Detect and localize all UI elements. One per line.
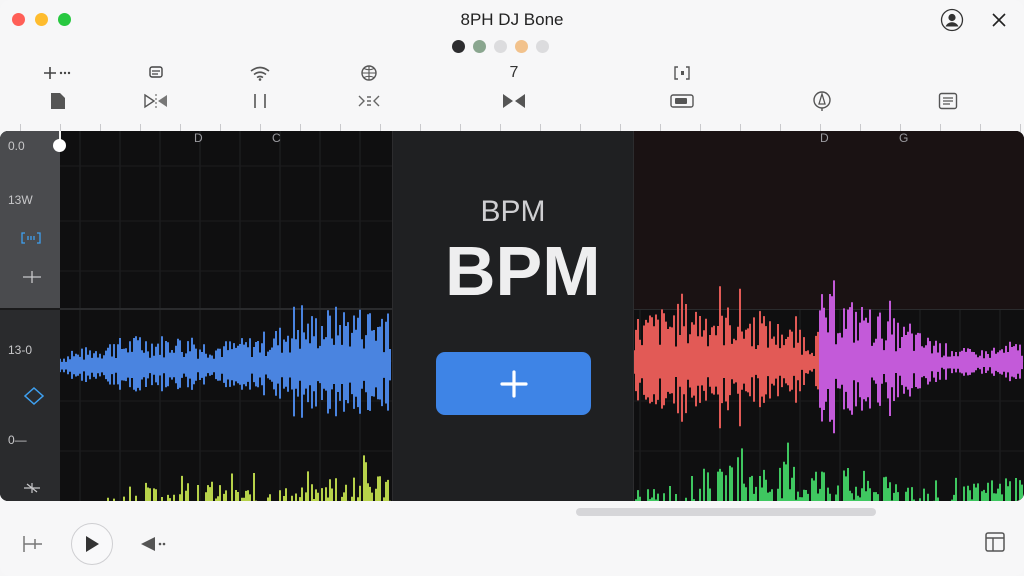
globe-icon [360,62,378,84]
file-icon [50,90,66,112]
bpm-panel: BPM BPM [392,131,634,501]
lane-time-label: 0.0 [8,139,25,153]
transport-bar [0,508,1024,576]
bar-label: D [820,131,829,145]
bpm-label: BPM [480,195,546,228]
layout-icon[interactable] [983,530,1007,554]
scrollbar-thumb[interactable] [576,508,876,516]
star-icon[interactable] [22,481,42,495]
playhead-handle[interactable] [53,139,66,152]
bpm-value: BPM [445,232,601,310]
tool-add-marker[interactable] [43,62,73,112]
add-track-button[interactable] [436,352,591,415]
lane-2-level-label: 0— [8,433,27,447]
diamond-icon[interactable] [24,387,44,405]
crosshair-icon[interactable] [22,269,42,285]
page-dot[interactable] [515,40,528,53]
tool-count[interactable]: 7 [499,62,529,112]
compass-icon [811,90,833,112]
split-icon[interactable] [20,531,46,557]
wifi-icon [249,62,271,84]
pause-bars-icon [251,90,269,112]
tool-chip[interactable] [141,62,171,112]
lane-2-label: 13-0 [8,343,33,357]
tool-count-value: 7 [509,64,519,81]
rewind-icon[interactable] [138,531,170,557]
tool-globe[interactable] [354,62,384,112]
window-title: 8PH DJ Bone [460,10,564,29]
mix-icon [356,90,382,112]
close-icon[interactable] [987,8,1011,32]
loop-icon[interactable] [20,231,42,245]
app-window: 8PH DJ Bone 7 0.0 13W 13-0 0— D C D G BP… [0,0,1024,576]
flip-icon [143,90,169,112]
lane-header-column: 0.0 13W 13-0 0— [0,131,60,501]
tool-bracket[interactable] [667,62,697,112]
bracket-icon [672,62,692,84]
titlebar: 8PH DJ Bone [0,0,1024,40]
chip-icon [147,62,165,84]
plus-icon [497,367,531,401]
display-icon [669,90,695,112]
page-indicator [452,40,549,54]
account-icon[interactable] [940,8,964,32]
horizontal-scrollbar[interactable] [0,508,1024,516]
waveform-editor[interactable]: 0.0 13W 13-0 0— D C D G BPM BPM [0,131,1024,501]
track-region [632,131,1024,309]
tool-compass[interactable] [807,62,837,112]
waveform-yellow [107,455,391,501]
tool-notes[interactable] [933,62,963,112]
play-icon [84,535,100,553]
bar-label: G [899,131,909,145]
page-dot[interactable] [536,40,549,53]
page-dot[interactable] [473,40,486,53]
tool-wifi[interactable] [245,62,275,112]
bowtie-icon [501,90,527,112]
page-dot[interactable] [494,40,507,53]
add-marker-icon [43,62,73,84]
bar-label: D [194,131,203,145]
bar-label: C [272,131,281,145]
page-dot[interactable] [452,40,465,53]
list-icon [938,90,958,112]
lane-1-label: 13W [8,193,33,207]
toolbar: 7 [0,62,1024,118]
play-button[interactable] [71,523,113,565]
